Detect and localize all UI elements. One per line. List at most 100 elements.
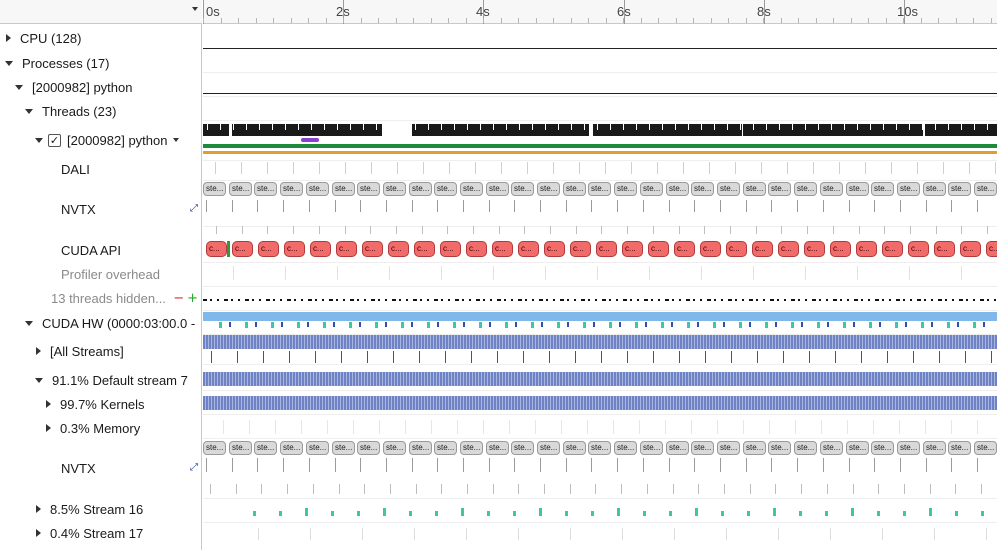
tree-row-memory[interactable]: 0.3% Memory [0,418,202,438]
nvtx-step-range: ste... [280,182,303,196]
kernels-gap [496,396,497,410]
gpu-nvtx-step-range: ste... [640,441,663,455]
tree-row-all-streams[interactable]: [All Streams] [0,341,202,361]
tree-row-dali[interactable]: DALI [0,159,202,179]
default-stream-gap [661,372,662,386]
tree-row-cpu[interactable]: CPU (128) [0,28,202,48]
collapse-caret-icon[interactable] [5,61,13,66]
tree-row-processes[interactable]: Processes (17) [0,53,202,73]
collapse-caret-icon[interactable] [35,378,43,383]
tree-row-threads[interactable]: Threads (23) [0,101,202,121]
expand-icon[interactable]: ⤢ [190,204,200,214]
default-stream-gap [646,372,647,386]
kernels-gap [724,396,725,410]
default-stream-gap [367,372,368,386]
nvtx-step-range: ste... [691,182,714,196]
expand-icon[interactable]: ⤢ [190,463,200,473]
kernels-gap [811,396,812,410]
default-stream-gap [595,372,596,386]
collapse-caret-icon[interactable] [25,321,33,326]
default-stream-gap [937,372,938,386]
expand-caret-icon[interactable] [6,34,11,42]
tree-row-nvtx-gpu[interactable]: NVTX ⤢ [0,458,202,478]
tree-row-nvtx[interactable]: NVTX ⤢ [0,199,202,219]
tree-row-process-python[interactable]: [2000982] python [0,77,202,97]
all-streams-gap [961,335,962,349]
thread-activity-gap [493,124,494,130]
expand-caret-icon[interactable] [36,505,41,513]
default-stream-gap [496,372,497,386]
kernels-gap [856,396,857,410]
tree-row-profiler-overhead[interactable]: Profiler overhead [0,264,202,284]
thread-checkbox[interactable]: ✓ [48,133,61,147]
tree-row-cuda-hw[interactable]: CUDA HW (0000:03:00.0 - [0,313,202,333]
nvtx-sub-range [257,200,258,212]
hidden-threads-dash [217,299,219,301]
expand-caret-icon[interactable] [36,529,41,537]
tree-row-threads-hidden[interactable]: 13 threads hidden... − + [0,288,202,308]
chevron-down-icon[interactable] [192,7,198,11]
default-stream-gap [757,372,758,386]
kernels-gap [286,396,287,410]
gpu-nvtx-sub-range [669,458,670,472]
profiler-overhead-tick [961,266,962,280]
gpu-nvtx-step-range: ste... [666,441,689,455]
collapse-caret-icon[interactable] [15,85,23,90]
memory-tick [717,420,718,434]
hidden-threads-dash [777,299,779,301]
all-streams-gap [865,335,866,349]
kernels-gap [694,396,695,410]
kernels-gap [718,396,719,410]
all-streams-gap [895,335,896,349]
ruler-minor-tick [396,18,397,23]
all-streams-gap [685,335,686,349]
ruler-minor-tick [973,18,974,23]
collapse-caret-icon[interactable] [25,109,33,114]
all-streams-gap [241,335,242,349]
tree-row-cuda-api[interactable]: CUDA API [0,240,202,260]
minus-icon[interactable]: − [173,291,184,306]
time-ruler[interactable]: 0s 2s 4s 6s 8s 10s [203,0,997,24]
collapse-caret-icon[interactable] [35,138,43,143]
nvtx-sub-range [216,226,217,234]
kernels-gap [232,396,233,410]
tree-row-thread-python[interactable]: ✓ [2000982] python [0,130,202,150]
kernels-gap [616,396,617,410]
kernels-gap [472,396,473,410]
timeline-view[interactable]: 0s 2s 4s 6s 8s 10s ste...ste...ste...ste… [203,0,997,550]
tree-row-stream-16[interactable]: 8.5% Stream 16 [0,499,202,519]
stream17-tick [570,528,571,540]
expand-caret-icon[interactable] [36,347,41,355]
expand-caret-icon[interactable] [46,400,51,408]
memory-tick [379,420,380,434]
tree-row-label: NVTX [61,460,96,476]
dali-tick [813,162,814,174]
default-stream-gap [685,372,686,386]
default-stream-gap [244,372,245,386]
profiler-overhead-tick [597,266,598,280]
kernels-gap [526,396,527,410]
tree-row-kernels[interactable]: 99.7% Kernels [0,394,202,414]
nvtx-sub-range [447,226,448,234]
hidden-threads-dash [868,299,870,301]
ruler-minor-tick [711,18,712,23]
tree-row-label: Threads (23) [42,103,117,119]
tree-row-default-stream[interactable]: 91.1% Default stream 7 [0,370,202,390]
profiler-overhead-tick [753,266,754,280]
tree-row-stream-17[interactable]: 0.4% Stream 17 [0,523,202,543]
all-streams-gap [673,335,674,349]
gpu-nvtx-sub-range [878,484,879,494]
default-stream-gap [511,372,512,386]
stream-kernel-tick [679,351,680,363]
chevron-down-icon[interactable] [173,138,180,142]
all-streams-gap [532,335,533,349]
all-streams-gap [622,335,623,349]
plus-icon[interactable]: + [187,291,198,306]
all-streams-gap [952,335,953,349]
expand-caret-icon[interactable] [46,424,51,432]
default-stream-gap [667,372,668,386]
nvtx-sub-range [463,200,464,212]
default-stream-gap [331,372,332,386]
gpu-nvtx-sub-range [746,458,747,472]
default-stream-gap [430,372,431,386]
